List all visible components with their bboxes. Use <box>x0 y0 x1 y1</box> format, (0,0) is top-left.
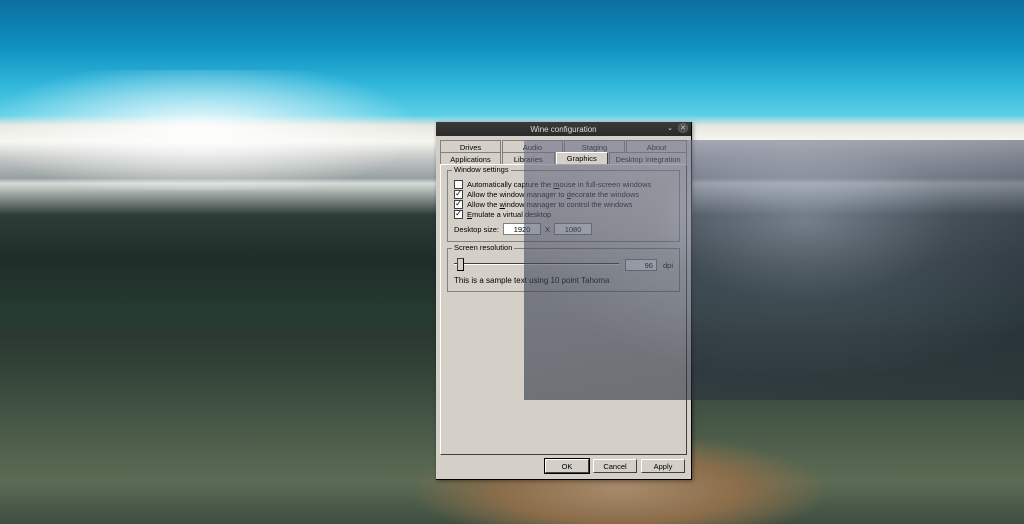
titlebar: Wine configuration ⌄ ✕ <box>436 122 691 136</box>
desktop-height-input[interactable] <box>554 223 592 235</box>
checkbox-virtual-desktop[interactable] <box>454 210 463 219</box>
dpi-unit-label: dpi <box>663 261 673 270</box>
client-area: Drives Audio Staging About Applications … <box>436 136 691 479</box>
ok-button[interactable]: OK <box>545 459 589 473</box>
group-window-settings: Window settings Automatically capture th… <box>447 170 680 242</box>
label-decorate-windows: Allow the window manager to decorate the… <box>467 190 639 199</box>
titlebar-chevron-icon[interactable]: ⌄ <box>665 123 675 133</box>
tab-graphics[interactable]: Graphics <box>556 152 609 164</box>
tab-audio[interactable]: Audio <box>502 140 563 152</box>
dpi-sample-text: This is a sample text using 10 point Tah… <box>454 276 673 285</box>
desktop-size-separator: X <box>545 225 550 234</box>
tab-libraries[interactable]: Libraries <box>502 152 555 164</box>
dpi-input[interactable] <box>625 259 657 271</box>
tab-about[interactable]: About <box>626 140 687 152</box>
tab-staging[interactable]: Staging <box>564 140 625 152</box>
tabbar: Drives Audio Staging About Applications … <box>440 140 687 164</box>
label-virtual-desktop: Emulate a virtual desktop <box>467 210 551 219</box>
apply-button[interactable]: Apply <box>641 459 685 473</box>
group-window-legend: Window settings <box>452 165 511 174</box>
tabpage-graphics: Window settings Automatically capture th… <box>440 164 687 455</box>
desktop-width-input[interactable] <box>503 223 541 235</box>
tab-desktop-integration[interactable]: Desktop Integration <box>609 152 687 164</box>
cancel-button[interactable]: Cancel <box>593 459 637 473</box>
titlebar-controls: ⌄ ✕ <box>665 123 688 133</box>
close-icon[interactable]: ✕ <box>678 123 688 133</box>
dpi-slider[interactable] <box>454 257 619 273</box>
tab-drives[interactable]: Drives <box>440 140 501 152</box>
wine-config-window: Wine configuration ⌄ ✕ Drives Audio Stag… <box>436 122 692 480</box>
label-control-windows: Allow the window manager to control the … <box>467 200 633 209</box>
dialog-button-row: OK Cancel Apply <box>440 455 687 475</box>
desktop-size-label: Desktop size: <box>454 225 499 234</box>
group-res-legend: Screen resolution <box>452 243 514 252</box>
dpi-slider-thumb[interactable] <box>457 258 464 271</box>
tab-applications[interactable]: Applications <box>440 152 501 164</box>
label-capture-mouse: Automatically capture the mouse in full-… <box>467 180 651 189</box>
window-title: Wine configuration <box>530 125 596 134</box>
group-screen-resolution: Screen resolution dpi This is a sample t… <box>447 248 680 292</box>
